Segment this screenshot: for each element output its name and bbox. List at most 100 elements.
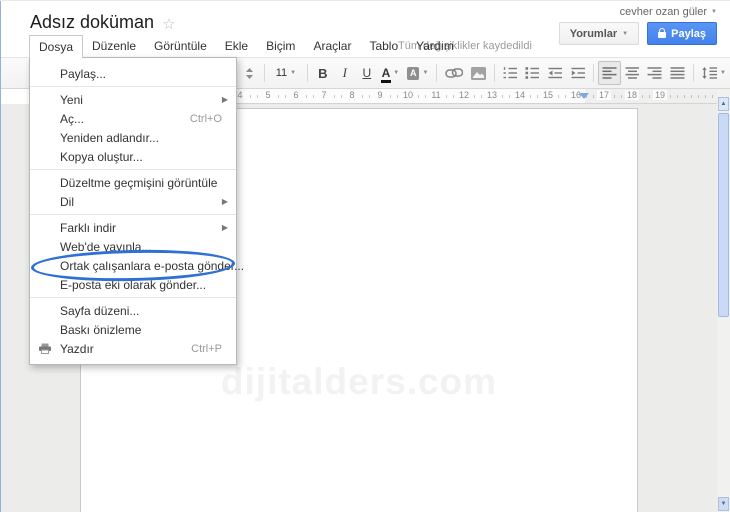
document-title[interactable]: Adsız doküman <box>30 12 154 33</box>
outdent-icon <box>548 67 562 79</box>
menu-separator <box>30 297 236 298</box>
chevron-down-icon: ▼ <box>393 70 400 76</box>
scrollbar-thumb[interactable] <box>718 113 729 317</box>
lock-icon <box>658 28 667 38</box>
line-spacing-button[interactable]: ▼ <box>698 61 730 85</box>
link-icon <box>445 68 463 78</box>
ruler-number: 19 <box>652 90 668 100</box>
menu-separator <box>30 86 236 87</box>
toolbar-separator <box>692 64 694 82</box>
ruler-number: 17 <box>596 90 612 100</box>
file-menu-item[interactable]: Aç... Ctrl+O <box>30 109 236 128</box>
file-menu-item[interactable]: Baskı önizleme <box>30 320 236 339</box>
menubar-item-2[interactable]: Görüntüle <box>145 35 216 57</box>
align-right-button[interactable] <box>643 61 666 85</box>
comments-button[interactable]: Yorumlar ▼ <box>558 22 640 45</box>
vertical-scrollbar[interactable]: ▲ ▼ <box>717 89 730 512</box>
menu-item-shortcut: Ctrl+P <box>191 342 222 355</box>
share-button[interactable]: Paylaş <box>647 22 717 45</box>
file-menu-item[interactable]: Ortak çalışanlara e-posta gönder... <box>30 247 244 284</box>
scroll-up-button[interactable]: ▲ <box>718 97 729 111</box>
file-menu: Paylaş... Yeni ▶ Aç... Ctrl+O Yeniden adlandı… <box>29 57 244 365</box>
menu-item-label: E-posta eki olarak gönder... <box>60 277 207 292</box>
text-color-button[interactable]: A ▼ <box>378 61 403 85</box>
menubar-item-6[interactable]: Tablo <box>360 35 407 57</box>
menu-item-label: Yeni <box>60 92 83 107</box>
scroll-down-button[interactable]: ▼ <box>718 497 729 511</box>
menu-item-label: Baskı önizleme <box>60 322 142 337</box>
menubar-item-3[interactable]: Ekle <box>216 35 257 57</box>
bold-button[interactable]: B <box>312 61 334 85</box>
file-menu-item[interactable]: Dil ▶ <box>30 192 236 211</box>
highlight-color-button[interactable]: A ▼ <box>403 61 432 85</box>
image-icon <box>470 66 486 80</box>
toolbar-separator <box>593 64 595 82</box>
file-menu-item[interactable]: Web'de yayınla... <box>30 237 236 256</box>
insert-link-button[interactable] <box>441 61 467 85</box>
menubar-item-0[interactable]: Dosya <box>29 35 84 58</box>
menu-item-label: Farklı indir <box>60 220 117 235</box>
file-menu-item[interactable]: Kopya oluştur... <box>30 147 236 166</box>
align-center-icon <box>625 67 640 79</box>
align-right-icon <box>647 67 662 79</box>
bullet-list-button[interactable] <box>521 61 544 85</box>
outdent-button[interactable] <box>544 61 567 85</box>
chevron-down-icon: ▼ <box>422 70 429 76</box>
account-menu[interactable]: cevher ozan güler ▼ <box>620 6 717 18</box>
ruler-number: 13 <box>484 90 500 100</box>
highlight-icon: A <box>407 66 420 80</box>
italic-button[interactable]: I <box>334 61 356 85</box>
toolbar-separator <box>493 64 495 82</box>
watermark-text: dijitalders.com <box>220 361 498 402</box>
numbered-list-button[interactable] <box>499 61 522 85</box>
file-menu-item[interactable]: Yeni ▶ <box>30 90 236 109</box>
menu-item-label: Dil <box>60 194 74 209</box>
toolbar-separator <box>264 64 265 82</box>
chevron-down-icon: ▼ <box>290 70 297 76</box>
toolbar-separator <box>306 64 308 82</box>
justify-button[interactable] <box>666 61 689 85</box>
star-icon[interactable]: ☆ <box>162 15 175 33</box>
file-menu-item[interactable]: Sayfa düzeni... <box>30 301 236 320</box>
submenu-arrow-icon: ▶ <box>221 223 228 232</box>
menu-item-label: Paylaş... <box>60 66 107 81</box>
align-left-button[interactable] <box>598 61 621 85</box>
file-menu-item[interactable]: Farklı indir ▶ <box>30 218 236 237</box>
file-menu-item[interactable]: E-posta eki olarak gönder... <box>30 275 236 294</box>
menu-item-label: Düzeltme geçmişini görüntüle <box>60 175 218 190</box>
file-menu-item[interactable]: Yazdır Ctrl+P <box>30 339 236 358</box>
menu-separator <box>30 214 236 215</box>
submenu-arrow-icon: ▶ <box>221 197 228 206</box>
file-menu-item[interactable]: Yeniden adlandır... <box>30 128 236 147</box>
underline-button[interactable]: U <box>356 61 378 85</box>
printer-icon <box>39 343 51 357</box>
menubar-item-1[interactable]: Düzenle <box>83 35 145 57</box>
menu-item-label: Yazdır <box>60 341 94 356</box>
indent-marker-icon[interactable] <box>579 93 589 99</box>
ruler-number: 9 <box>375 90 385 100</box>
ruler-number: 6 <box>291 90 301 100</box>
insert-image-button[interactable] <box>467 61 490 85</box>
bullet-list-icon <box>525 67 540 79</box>
align-center-button[interactable] <box>621 61 644 85</box>
menu-item-label: Web'de yayınla... <box>60 239 152 254</box>
ruler-number: 7 <box>319 90 329 100</box>
google-docs-window: cevher ozan güler ▼ Adsız doküman ☆ Yoru… <box>0 0 730 512</box>
file-menu-item[interactable]: Düzeltme geçmişini görüntüle <box>30 173 236 192</box>
ruler-number: 11 <box>429 90 443 100</box>
indent-button[interactable] <box>567 61 590 85</box>
file-menu-item[interactable]: Paylaş... <box>30 64 236 83</box>
menu-item-label: Aç... <box>60 111 85 126</box>
font-size-select[interactable]: 11 ▼ <box>269 61 303 85</box>
ruler-number: 10 <box>400 90 416 100</box>
user-name: cevher ozan güler <box>619 6 708 18</box>
stepper-icon[interactable] <box>238 61 260 85</box>
menu-item-shortcut: Ctrl+O <box>189 112 222 125</box>
menubar-item-5[interactable]: Araçlar <box>304 35 360 57</box>
chevron-down-icon: ▼ <box>720 70 726 76</box>
ruler-number: 8 <box>347 90 357 100</box>
ruler-number: 5 <box>263 90 273 100</box>
toolbar-separator <box>436 64 438 82</box>
menubar-item-4[interactable]: Biçim <box>257 35 304 57</box>
menubar-item-7[interactable]: Yardım <box>407 35 463 57</box>
